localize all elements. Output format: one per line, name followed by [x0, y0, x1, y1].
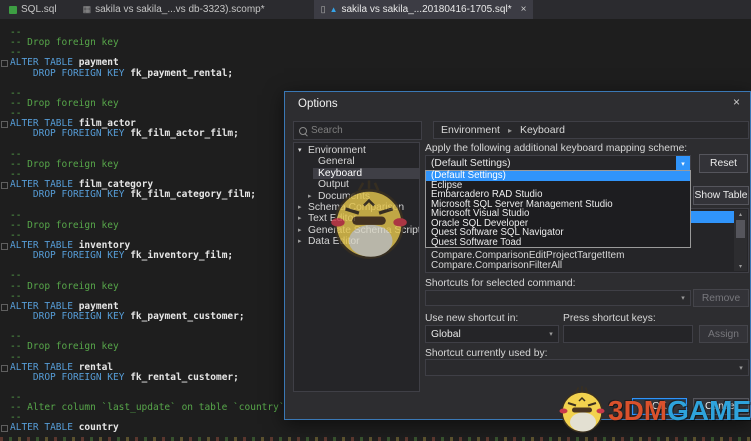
press-keys-input[interactable]	[563, 325, 693, 343]
tab-label: sakila vs sakila_...20180416-1705.sql*	[342, 4, 512, 15]
tree-item-environment[interactable]: ▾ Environment	[294, 145, 419, 156]
press-keys-label: Press shortcut keys:	[563, 313, 656, 324]
fold-marker-icon[interactable]	[1, 121, 8, 128]
tab-bar: SQL.sql ▦sakila vs sakila_...vs db-3323).…	[0, 0, 751, 19]
watermark-noise-strip	[0, 437, 751, 441]
command-list-scrollbar[interactable]: ▴ ▾	[734, 210, 747, 271]
code-line	[0, 261, 285, 271]
chevron-right-icon[interactable]: ▸	[298, 213, 302, 224]
watermark-chick-icon	[326, 177, 412, 261]
chevron-down-icon[interactable]: ▾	[676, 291, 690, 305]
tree-item-label: General	[318, 156, 355, 167]
reset-button[interactable]: Reset	[699, 154, 748, 173]
chevron-right-icon[interactable]: ▸	[298, 236, 302, 247]
scrollbar-thumb[interactable]	[736, 220, 745, 238]
code-line: DROP FOREIGN KEY fk_inventory_film;	[0, 251, 285, 261]
code-line: -- Drop foreign key	[0, 160, 285, 170]
scheme-value: (Default Settings)	[426, 158, 676, 169]
tree-item-general[interactable]: General	[294, 156, 419, 167]
editor-tab[interactable]: SQL.sql	[2, 0, 64, 19]
3dmgame-watermark: 3DMGAME	[556, 384, 751, 434]
show-table-button[interactable]: Show Table	[693, 186, 749, 205]
code-line: DROP FOREIGN KEY fk_rental_customer;	[0, 373, 285, 383]
scope-value: Global	[426, 329, 544, 340]
scheme-option[interactable]: Quest Software Toad	[426, 238, 690, 248]
chevron-down-icon[interactable]: ▾	[676, 156, 690, 171]
chevron-down-icon[interactable]: ▾	[734, 360, 748, 375]
fold-marker-icon[interactable]	[1, 243, 8, 250]
code-line: -- Drop foreign key	[0, 99, 285, 109]
dialog-title: Options	[298, 98, 338, 110]
code-line	[0, 79, 285, 89]
chevron-right-icon[interactable]: ▸	[298, 202, 302, 213]
code-line	[0, 200, 285, 210]
document-icon: ▯	[321, 4, 326, 15]
chevron-down-icon[interactable]: ▾	[298, 145, 302, 156]
fold-marker-icon[interactable]	[1, 182, 8, 189]
code-line: -- Alter column `last_update` on table `…	[0, 403, 285, 413]
tree-item-label: Environment	[308, 145, 366, 156]
schema-compare-icon: ▦	[83, 4, 92, 15]
code-line: -- Drop foreign key	[0, 221, 285, 231]
dialog-close-icon[interactable]: ×	[733, 95, 740, 109]
scheme-dropdown-popup: (Default Settings)EclipseEmbarcadero RAD…	[425, 170, 691, 248]
scope-combobox[interactable]: Global ▾	[425, 325, 559, 343]
code-line: -- Drop foreign key	[0, 282, 285, 292]
search-input[interactable]	[307, 125, 447, 136]
tab-label: sakila vs sakila_...vs db-3323).scomp*	[95, 4, 265, 15]
assign-button[interactable]: Assign	[699, 325, 748, 343]
shortcuts-label: Shortcuts for selected command:	[425, 278, 576, 289]
remove-button[interactable]: Remove	[693, 289, 749, 307]
fold-marker-icon[interactable]	[1, 60, 8, 67]
code-line: DROP FOREIGN KEY fk_film_actor_film;	[0, 129, 285, 139]
code-line: ALTER TABLE country	[0, 423, 285, 433]
chevron-right-icon: ▸	[508, 126, 512, 135]
code-line: -- Drop foreign key	[0, 342, 285, 352]
breadcrumb-child: Keyboard	[520, 124, 565, 136]
code-line: DROP FOREIGN KEY fk_payment_customer;	[0, 312, 285, 322]
shortcuts-combobox[interactable]: ▾	[425, 290, 691, 306]
code-line: DROP FOREIGN KEY fk_payment_rental;	[0, 69, 285, 79]
used-by-combobox[interactable]: ▾	[425, 359, 749, 376]
logo-chick-icon	[556, 384, 608, 434]
editor-tab[interactable]: ▯ ▲ sakila vs sakila_...20180416-1705.sql*…	[314, 0, 534, 19]
command-list-item[interactable]: Compare.ComparisonFilterAll	[431, 260, 562, 271]
code-line: DROP FOREIGN KEY fk_film_category_film;	[0, 190, 285, 200]
chevron-right-icon[interactable]: ▸	[298, 225, 302, 236]
fold-marker-icon[interactable]	[1, 304, 8, 311]
logo-text-3dm: 3DM	[608, 388, 667, 434]
close-icon[interactable]: ×	[521, 4, 527, 15]
scroll-up-icon[interactable]: ▴	[739, 211, 742, 218]
sql-file-icon	[9, 6, 17, 14]
chevron-down-icon[interactable]: ▾	[544, 326, 558, 342]
code-line	[0, 322, 285, 332]
breadcrumb-parent[interactable]: Environment	[441, 124, 500, 136]
chevron-right-icon[interactable]: ▸	[308, 191, 312, 202]
editor-tab[interactable]: ▦sakila vs sakila_...vs db-3323).scomp*	[76, 0, 272, 19]
scheme-option[interactable]: (Default Settings)	[426, 171, 690, 181]
search-icon	[299, 127, 307, 135]
options-search[interactable]	[293, 121, 422, 140]
code-line	[0, 140, 285, 150]
sync-warning-icon: ▲	[330, 5, 338, 14]
used-by-label: Shortcut currently used by:	[425, 348, 547, 359]
sql-code: ---- Drop foreign key--ALTER TABLE payme…	[0, 28, 285, 434]
scroll-down-icon[interactable]: ▾	[739, 263, 742, 270]
code-line	[0, 383, 285, 393]
use-shortcut-label: Use new shortcut in:	[425, 313, 518, 324]
logo-text-game: GAME	[667, 388, 751, 434]
scheme-label: Apply the following additional keyboard …	[425, 143, 687, 154]
breadcrumb: Environment ▸ Keyboard	[433, 121, 749, 139]
fold-marker-icon[interactable]	[1, 425, 8, 432]
fold-marker-icon[interactable]	[1, 365, 8, 372]
tab-label: SQL.sql	[21, 4, 57, 15]
code-line: -- Drop foreign key	[0, 38, 285, 48]
